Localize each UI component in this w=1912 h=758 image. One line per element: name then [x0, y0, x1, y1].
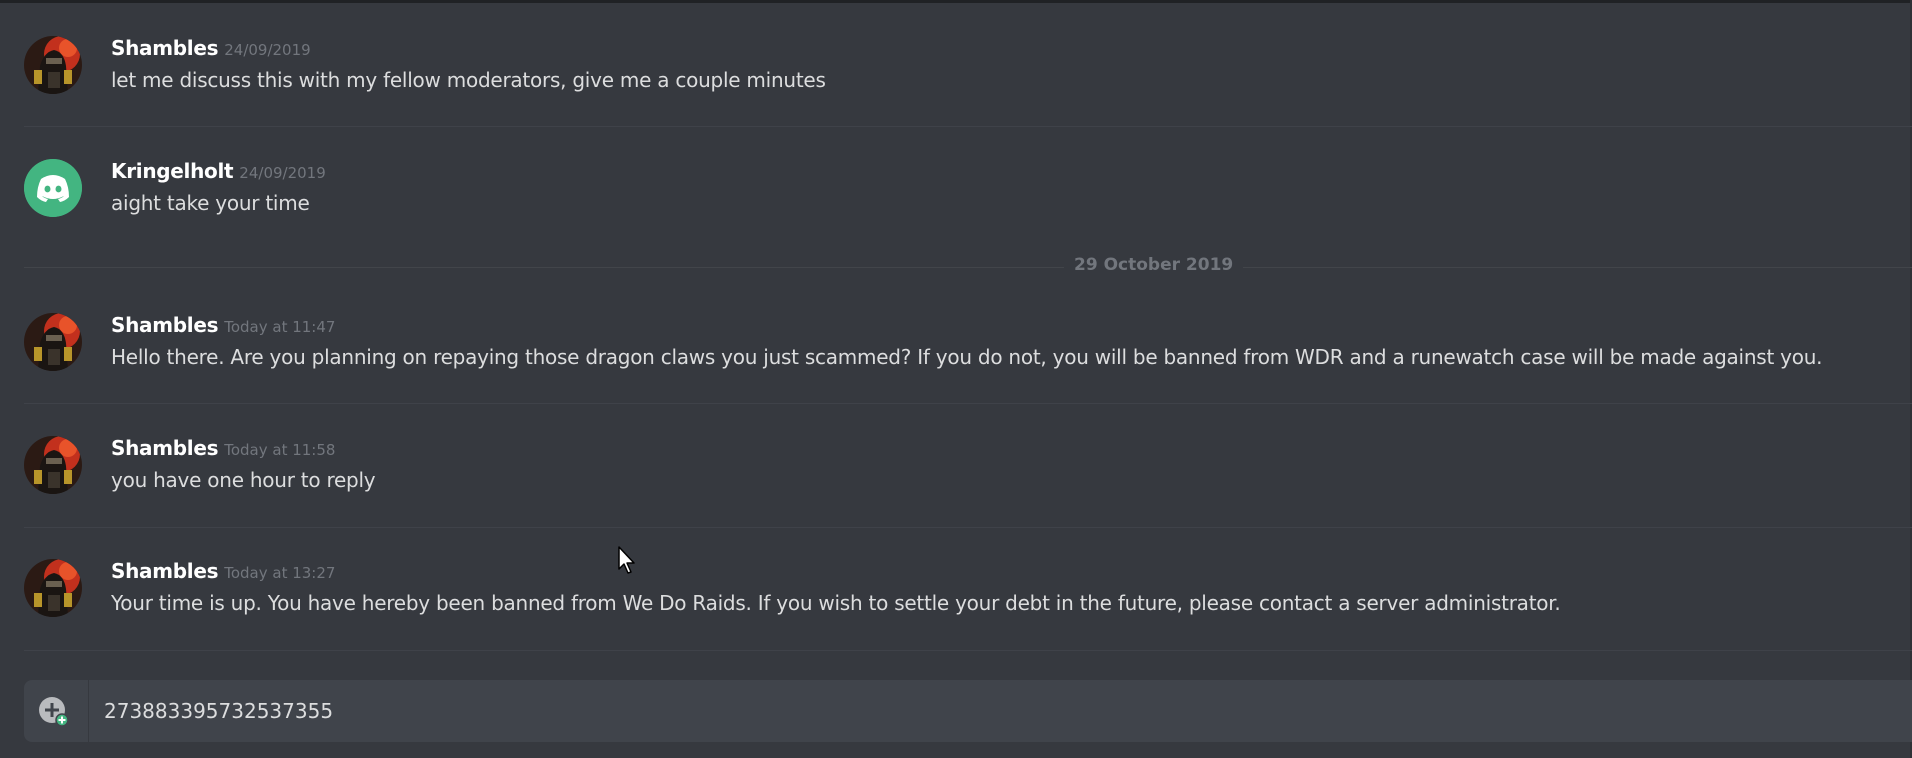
message-timestamp: Today at 11:58 [224, 441, 336, 459]
message-input[interactable] [104, 680, 1884, 742]
message-timestamp: 24/09/2019 [224, 41, 311, 59]
mouse-cursor-icon [617, 545, 637, 575]
message-separator [24, 126, 1912, 127]
message-timestamp: Today at 13:27 [224, 564, 336, 582]
message-text: Your time is up. You have hereby been ba… [111, 591, 1561, 615]
shambles-avatar[interactable] [24, 559, 82, 617]
shambles-avatar[interactable] [24, 313, 82, 371]
message-text: you have one hour to reply [111, 468, 376, 492]
shambles-avatar[interactable] [24, 436, 82, 494]
message-composer [24, 680, 1912, 742]
date-divider-label: 29 October 2019 [1064, 255, 1244, 275]
message-author[interactable]: Kringelholt [111, 159, 234, 183]
message-author[interactable]: Shambles [111, 559, 219, 583]
add-attachment-icon[interactable] [38, 696, 69, 727]
message-separator [24, 403, 1912, 404]
top-border [0, 0, 1912, 3]
message-separator [24, 650, 1912, 651]
message-text: Hello there. Are you planning on repayin… [111, 345, 1823, 369]
composer-divider [88, 680, 89, 742]
message-separator [24, 527, 1912, 528]
message-author[interactable]: Shambles [111, 36, 219, 60]
discord-default-avatar[interactable] [24, 159, 82, 217]
message-timestamp: 24/09/2019 [239, 164, 326, 182]
message-author[interactable]: Shambles [111, 313, 219, 337]
message-text: let me discuss this with my fellow moder… [111, 68, 826, 92]
date-divider-line [24, 267, 1912, 268]
chat-window: Shambles 24/09/2019 let me discuss this w… [0, 0, 1912, 758]
message-author[interactable]: Shambles [111, 436, 219, 460]
message-text: aight take your time [111, 191, 310, 215]
message-timestamp: Today at 11:47 [224, 318, 336, 336]
shambles-avatar[interactable] [24, 36, 82, 94]
